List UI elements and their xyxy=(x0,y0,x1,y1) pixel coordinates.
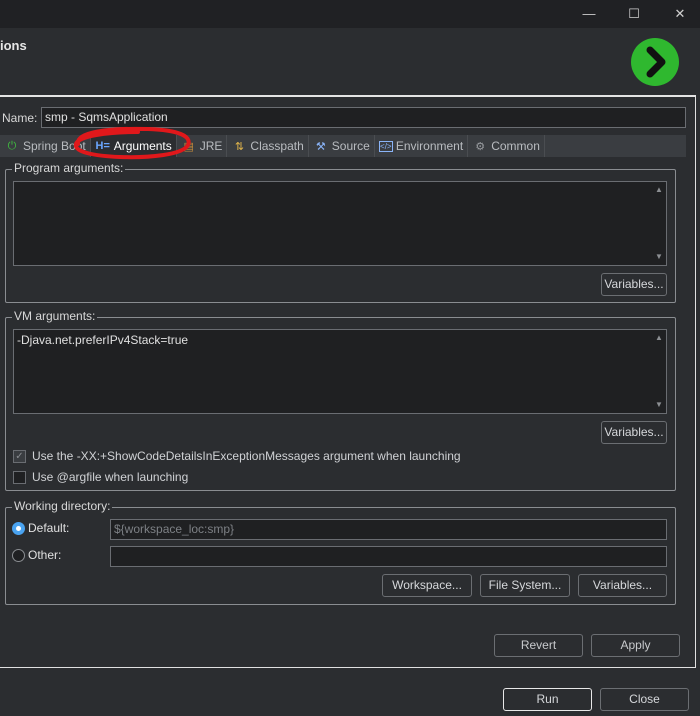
file-system-button[interactable]: File System... xyxy=(480,574,570,597)
other-directory-label: Other: xyxy=(28,548,62,562)
tab-label: Classpath xyxy=(250,139,304,153)
vm-arguments-group: VM arguments: -Djava.net.preferIPv4Stack… xyxy=(5,309,676,491)
vm-arguments-scrollbar[interactable]: ▲ ▼ xyxy=(652,330,666,413)
power-icon: ⏻ xyxy=(7,139,17,152)
program-arguments-field[interactable]: ▲ ▼ xyxy=(13,181,667,266)
revert-button[interactable]: Revert xyxy=(494,634,583,657)
vm-variables-button[interactable]: Variables... xyxy=(601,421,667,444)
dialog-button-bar: Run Close xyxy=(0,668,700,716)
workspace-button[interactable]: Workspace... xyxy=(382,574,472,597)
classpath-icon: ⇅ xyxy=(234,140,245,153)
tab-environment[interactable]: </> Environment xyxy=(375,135,469,157)
tab-label: JRE xyxy=(199,139,223,153)
tab-label: Source xyxy=(331,139,370,153)
tab-common[interactable]: ⚙ Common xyxy=(468,135,545,157)
vm-arguments-field[interactable]: -Djava.net.preferIPv4Stack=true ▲ ▼ xyxy=(13,329,667,414)
radio-unselected-icon[interactable] xyxy=(12,548,25,562)
dialog-title: ions xyxy=(0,38,27,53)
default-directory-option[interactable]: Default: xyxy=(12,521,69,535)
minimize-icon[interactable]: — xyxy=(577,4,601,24)
working-directory-group: Working directory: Default: ${workspace_… xyxy=(5,499,676,605)
checkmark-icon[interactable]: ✓ xyxy=(13,449,26,463)
arguments-icon: H= xyxy=(95,140,110,152)
working-directory-label: Working directory: xyxy=(12,499,113,513)
name-label: Name: xyxy=(2,111,38,125)
close-window-icon[interactable]: ✕ xyxy=(668,4,692,24)
argfile-label: Use @argfile when launching xyxy=(32,470,189,484)
name-field[interactable]: smp - SqmsApplication xyxy=(41,107,686,128)
run-button[interactable]: Run xyxy=(503,688,592,711)
scroll-up-icon[interactable]: ▲ xyxy=(652,184,666,196)
tab-bar: ⏻ Spring Boot H= Arguments ▤ JRE ⇅ Class… xyxy=(0,135,686,157)
tab-jre[interactable]: ▤ JRE xyxy=(177,135,228,157)
default-directory-field: ${workspace_loc:smp} xyxy=(110,519,667,540)
scroll-down-icon[interactable]: ▼ xyxy=(652,399,666,411)
close-button[interactable]: Close xyxy=(600,688,689,711)
jre-icon: ▤ xyxy=(183,140,194,153)
window-titlebar: — ☐ ✕ xyxy=(0,0,700,28)
vm-arguments-label: VM arguments: xyxy=(12,309,98,323)
argfile-checkbox[interactable] xyxy=(13,470,26,484)
tab-label: Common xyxy=(491,139,540,153)
other-directory-option[interactable]: Other: xyxy=(12,548,61,562)
source-icon: ⚒ xyxy=(315,140,326,153)
show-code-details-label: Use the -XX:+ShowCodeDetailsInExceptionM… xyxy=(32,449,461,463)
tab-arguments[interactable]: H= Arguments xyxy=(90,135,177,157)
apply-button[interactable]: Apply xyxy=(591,634,680,657)
scroll-down-icon[interactable]: ▼ xyxy=(652,251,666,263)
vm-arguments-value: -Djava.net.preferIPv4Stack=true xyxy=(17,333,189,347)
tab-label: Environment xyxy=(395,139,464,153)
default-directory-label: Default: xyxy=(28,521,70,535)
run-configuration-icon xyxy=(631,38,679,86)
program-arguments-label: Program arguments: xyxy=(12,161,126,175)
tab-label: Spring Boot xyxy=(23,139,86,153)
tab-classpath[interactable]: ⇅ Classpath xyxy=(227,135,309,157)
maximize-icon[interactable]: ☐ xyxy=(622,4,646,24)
tab-source[interactable]: ⚒ Source xyxy=(309,135,375,157)
gear-icon: ⚙ xyxy=(475,140,486,153)
environment-icon: </> xyxy=(378,140,393,152)
argfile-option[interactable]: Use @argfile when launching xyxy=(13,470,188,484)
scroll-up-icon[interactable]: ▲ xyxy=(652,332,666,344)
tab-spring-boot[interactable]: ⏻ Spring Boot xyxy=(0,135,91,157)
dialog-header: ions xyxy=(0,28,700,96)
tab-label: Arguments xyxy=(113,139,172,153)
program-arguments-group: Program arguments: ▲ ▼ Variables... xyxy=(5,161,676,303)
other-directory-field[interactable] xyxy=(110,546,667,567)
program-arguments-scrollbar[interactable]: ▲ ▼ xyxy=(652,182,666,265)
show-code-details-option[interactable]: ✓ Use the -XX:+ShowCodeDetailsInExceptio… xyxy=(13,449,461,463)
program-variables-button[interactable]: Variables... xyxy=(601,273,667,296)
working-directory-variables-button[interactable]: Variables... xyxy=(578,574,667,597)
configuration-panel: Name: smp - SqmsApplication ⏻ Spring Boo… xyxy=(0,97,696,668)
radio-selected-icon[interactable] xyxy=(12,521,25,535)
